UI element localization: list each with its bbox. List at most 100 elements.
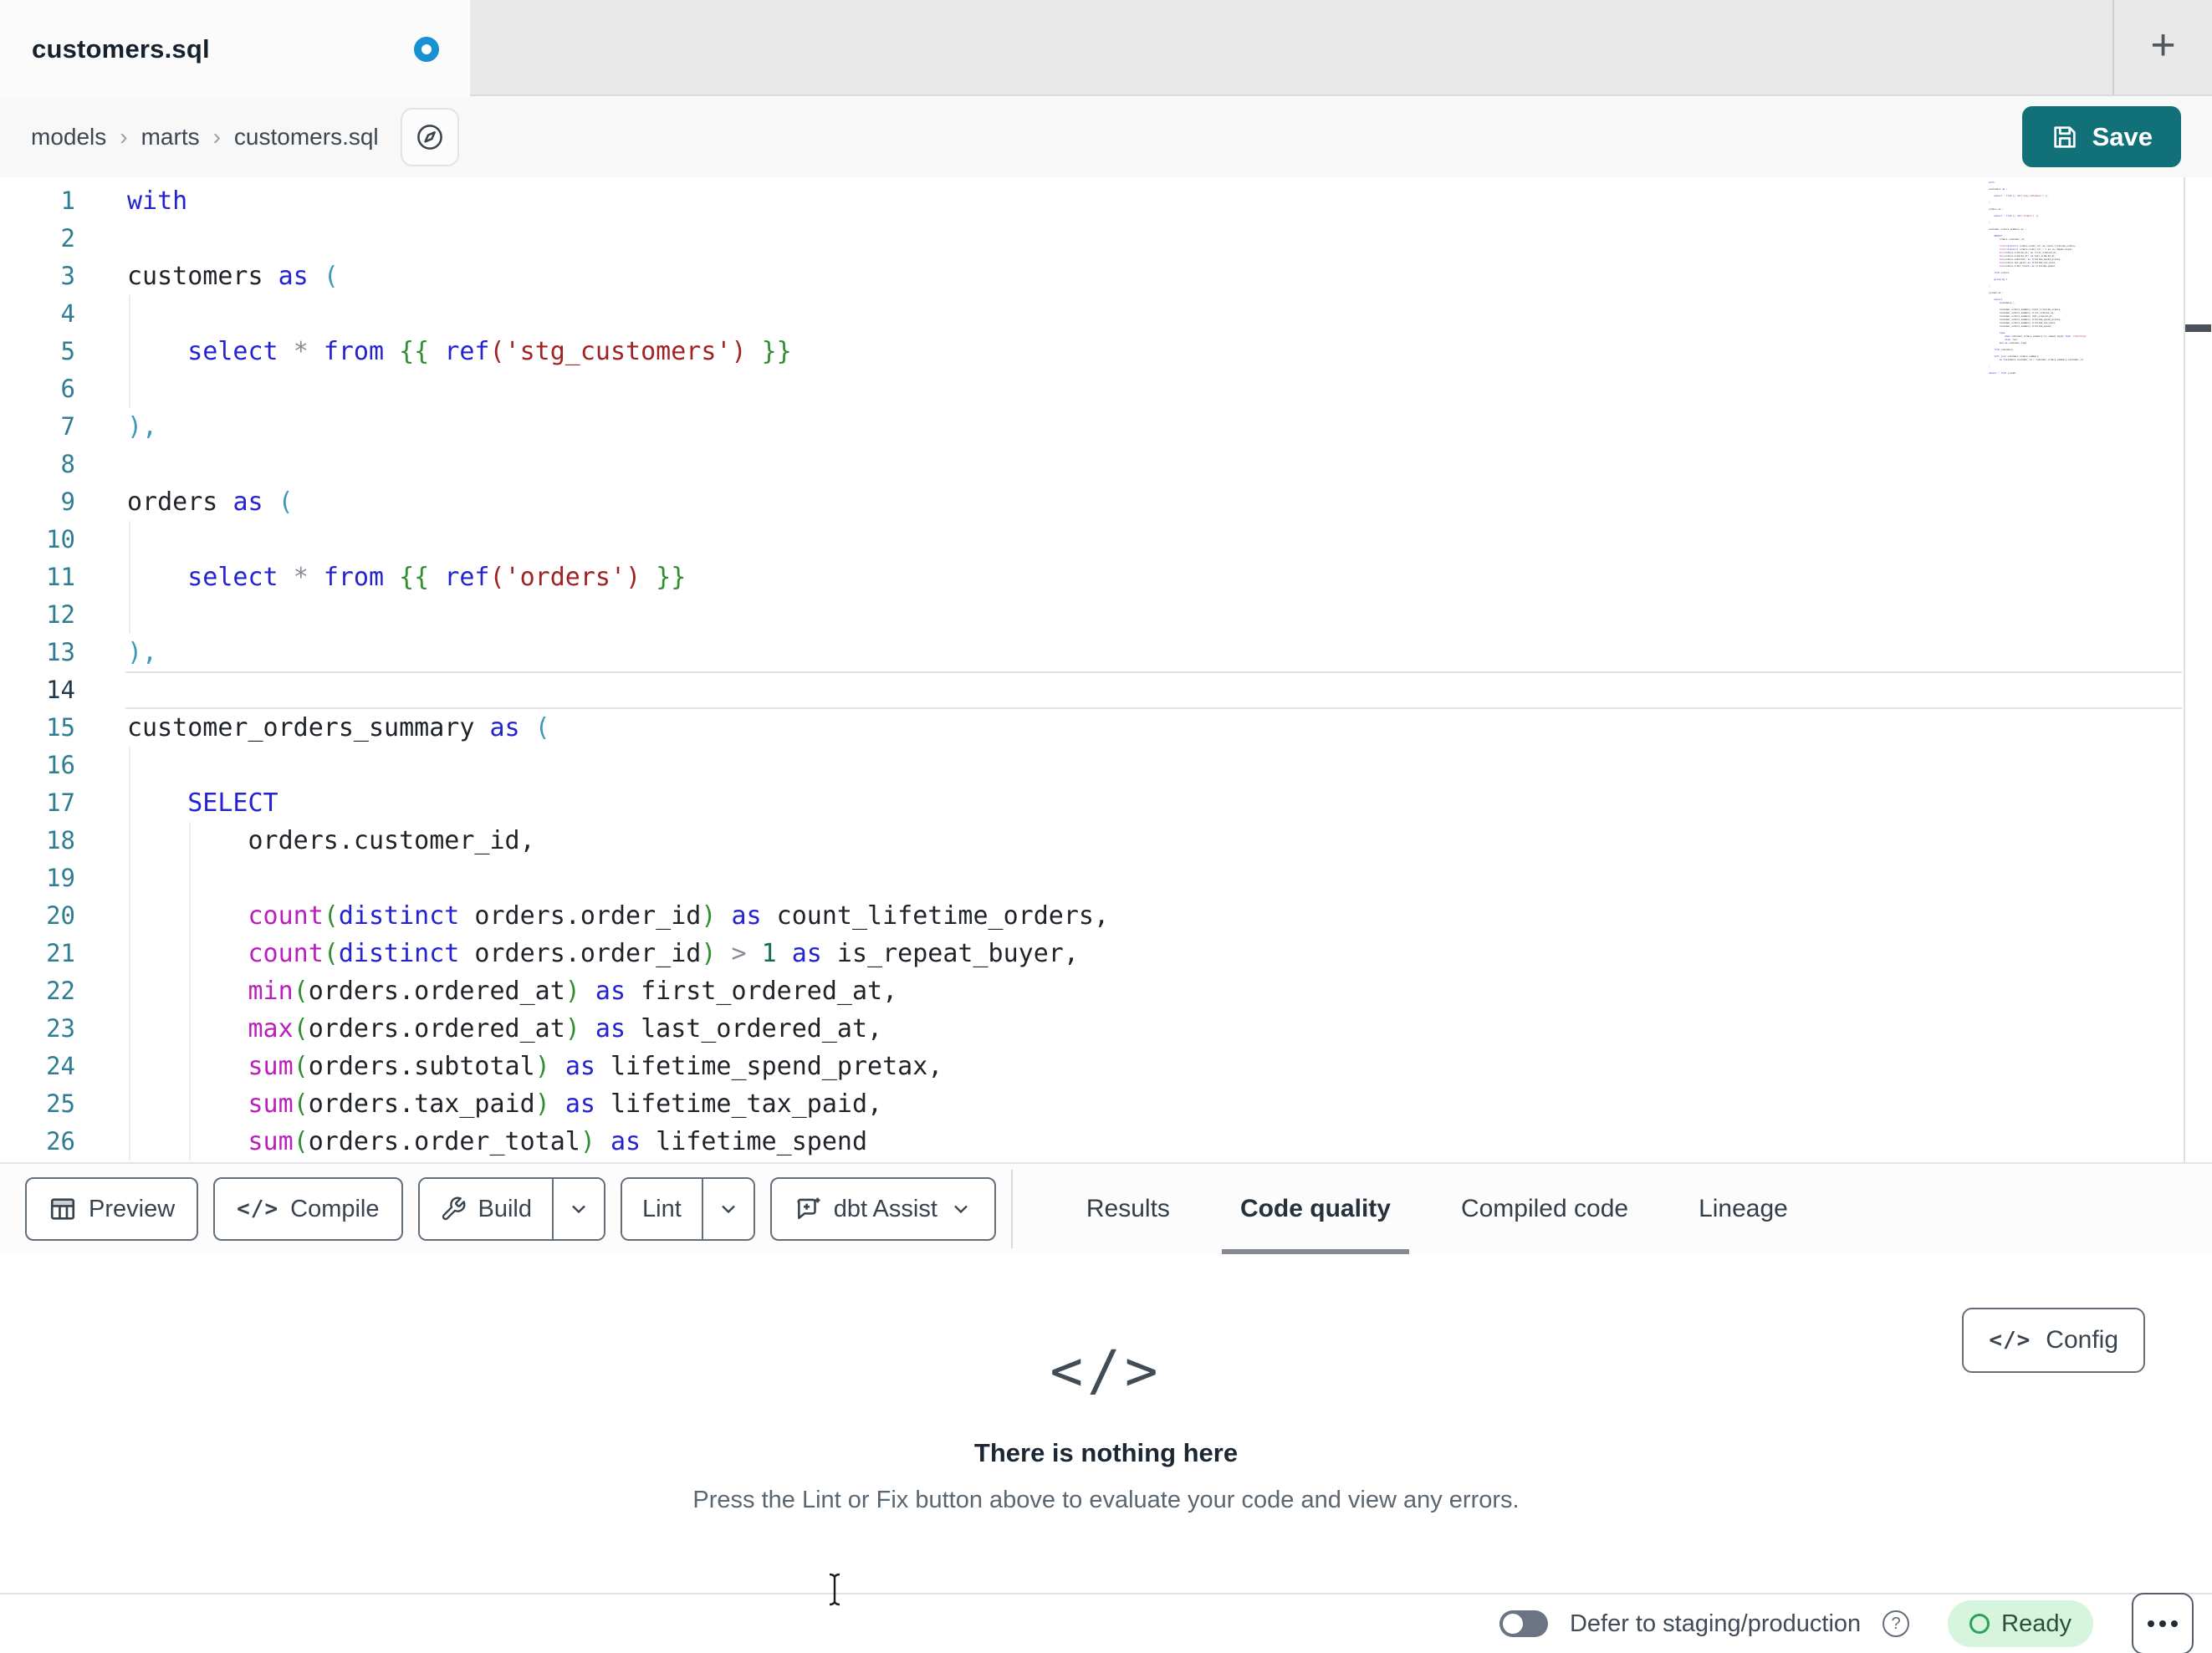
breadcrumb-item-models[interactable]: models <box>31 124 106 151</box>
empty-state: </> There is nothing here Press the Lint… <box>0 1254 2212 1593</box>
file-tab-customers-sql[interactable]: customers.sql <box>0 0 470 98</box>
chevron-down-icon <box>949 1197 973 1221</box>
empty-state-description: Press the Lint or Fix button above to ev… <box>692 1486 1520 1513</box>
code-token: as <box>278 262 309 291</box>
line-number: 17 <box>46 788 75 817</box>
code-line[interactable]: 7), <box>0 408 2184 446</box>
code-line[interactable]: 8 <box>0 446 2184 483</box>
editor-scrollbar-thumb[interactable] <box>2185 324 2211 332</box>
code-line[interactable]: 15 customer_orders_summary as ( <box>0 709 2184 747</box>
indent-guide <box>129 370 130 408</box>
new-tab-button[interactable]: + <box>2150 23 2175 67</box>
status-badge[interactable]: Ready <box>1948 1600 2093 1647</box>
code-line[interactable]: 23 max(orders.ordered_at) as last_ordere… <box>0 1010 2184 1048</box>
code-line[interactable]: 2 <box>0 220 2184 258</box>
lint-button[interactable]: Lint <box>622 1179 702 1239</box>
code-line[interactable]: 4 <box>0 295 2184 333</box>
breadcrumb-separator: › <box>212 123 221 150</box>
indent-guide <box>129 897 130 935</box>
code-line[interactable]: 22 min(orders.ordered_at) as first_order… <box>0 972 2184 1010</box>
code-line[interactable]: 17 SELECT <box>0 784 2184 822</box>
indent-guide <box>129 596 130 634</box>
code-token: max <box>248 1014 294 1043</box>
line-number: 19 <box>46 864 75 892</box>
line-number: 14 <box>46 676 75 704</box>
breadcrumb-item-marts[interactable]: marts <box>141 124 200 151</box>
code-line[interactable]: 12 <box>0 596 2184 634</box>
code-line[interactable]: 16 <box>0 747 2184 784</box>
minimap[interactable]: with customers as ( select * from {{ ref(… <box>1989 181 2123 390</box>
config-button[interactable]: </> Config <box>1962 1308 2145 1373</box>
code-token: ) <box>534 1089 550 1119</box>
code-token: orders.order_total <box>308 1127 580 1156</box>
save-button[interactable]: Save <box>2021 106 2181 167</box>
code-token: orders.order_id <box>459 901 702 931</box>
code-token: from <box>323 337 385 366</box>
code-line[interactable]: 25 sum(orders.tax_paid) as lifetime_tax_… <box>0 1085 2184 1123</box>
build-dropdown-button[interactable] <box>552 1179 604 1239</box>
ellipsis-icon <box>2171 1620 2178 1627</box>
code-text: count(distinct orders.order_id) > 1 as i… <box>92 935 2184 972</box>
code-line[interactable]: 1 with <box>0 182 2184 220</box>
dbt-assist-button[interactable]: dbt Assist <box>769 1177 996 1241</box>
tab-compiled-code[interactable]: Compiled code <box>1443 1164 1647 1254</box>
breadcrumb-item-file[interactable]: customers.sql <box>234 124 379 151</box>
code-line[interactable]: 13), <box>0 634 2184 671</box>
chevron-down-icon <box>717 1197 740 1221</box>
code-line[interactable]: 18 orders.customer_id, <box>0 822 2184 860</box>
code-editor[interactable]: 1 with 2 3 customers as (4 5 select * from {{… <box>0 177 2212 1162</box>
compile-button[interactable]: </> Compile <box>213 1177 403 1241</box>
code-token: lifetime_spend_pretax, <box>595 1052 943 1081</box>
code-token: distinct <box>338 901 460 931</box>
code-line[interactable]: 10 <box>0 521 2184 559</box>
indent-guide <box>189 822 192 860</box>
code-brackets-icon: </> <box>237 1196 279 1222</box>
code-token: as <box>610 1127 641 1156</box>
code-line[interactable]: 19 <box>0 860 2184 897</box>
unsaved-changes-dot-icon <box>414 36 439 62</box>
help-icon[interactable]: ? <box>1882 1610 1910 1637</box>
code-line[interactable]: 5 select * from {{ ref('stg_customers') … <box>0 333 2184 370</box>
code-line[interactable]: 14 <box>0 671 2184 709</box>
code-token: distinct <box>338 939 460 968</box>
code-line[interactable]: 3 customers as ( <box>0 258 2184 295</box>
defer-label: Defer to staging/production <box>1569 1610 1862 1637</box>
preview-button[interactable]: Preview <box>25 1177 199 1241</box>
line-number: 5 <box>60 337 75 365</box>
build-button[interactable]: Build <box>419 1179 552 1239</box>
line-number: 20 <box>46 901 75 930</box>
code-line[interactable]: 21 count(distinct orders.order_id) > 1 a… <box>0 935 2184 972</box>
code-line[interactable]: 26 sum(orders.order_total) as lifetime_s… <box>0 1123 2184 1161</box>
code-token: as <box>595 977 626 1006</box>
code-line[interactable]: 11 select * from {{ ref('orders') }} <box>0 559 2184 596</box>
result-panel-tabs: Results Code quality Compiled code Linea… <box>1013 1163 1806 1256</box>
lint-dropdown-button[interactable] <box>701 1179 754 1239</box>
minimap-line: select * from joined <box>1989 371 2120 375</box>
overflow-menu-button[interactable] <box>2132 1593 2194 1653</box>
code-lines: 1 with 2 3 customers as (4 5 select * from {{… <box>0 182 2184 1161</box>
line-number: 18 <box>46 826 75 855</box>
save-floppy-icon <box>2051 123 2079 151</box>
tab-code-quality[interactable]: Code quality <box>1221 1164 1409 1256</box>
code-text <box>92 521 2184 559</box>
dbt-assist-button-label: dbt Assist <box>833 1195 937 1222</box>
line-number: 22 <box>46 977 75 1005</box>
line-number: 24 <box>46 1052 75 1080</box>
defer-toggle[interactable] <box>1499 1610 1548 1637</box>
tab-lineage[interactable]: Lineage <box>1680 1164 1806 1254</box>
code-line[interactable]: 6 <box>0 370 2184 408</box>
line-number: 2 <box>60 224 75 253</box>
code-line[interactable]: 9 orders as ( <box>0 483 2184 521</box>
tab-results[interactable]: Results <box>1068 1164 1188 1254</box>
lineage-compass-button[interactable] <box>400 107 459 166</box>
code-token: ) <box>701 901 717 931</box>
code-line[interactable]: 24 sum(orders.subtotal) as lifetime_spen… <box>0 1048 2184 1085</box>
code-line[interactable]: 20 count(distinct orders.order_id) as co… <box>0 897 2184 935</box>
